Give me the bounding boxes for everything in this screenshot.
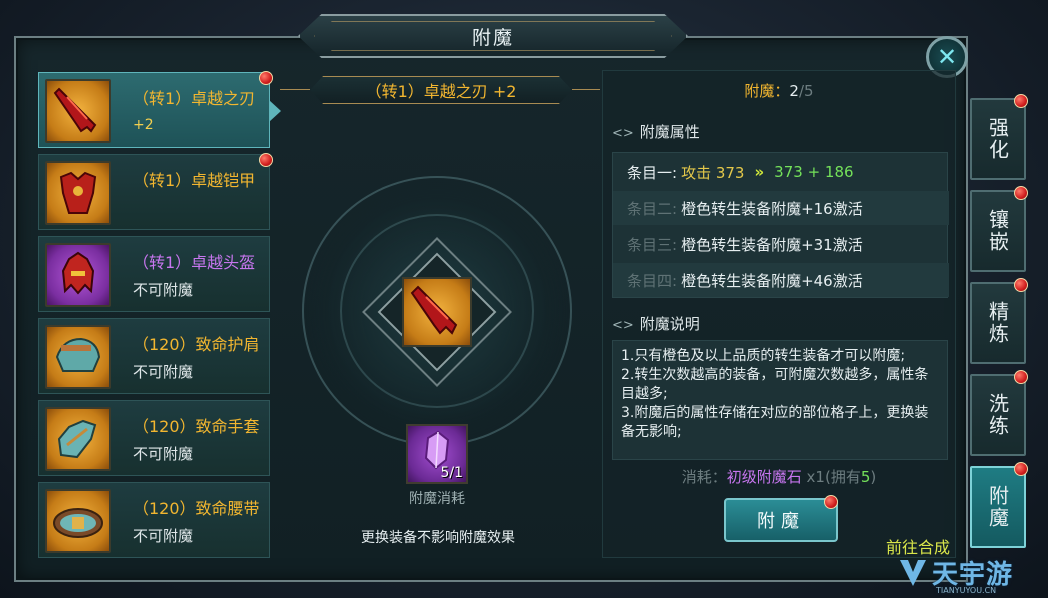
tab-refine[interactable]: 精炼 xyxy=(970,278,1028,364)
enchant-cost: 消耗：初级附魔石 x1(拥有5) xyxy=(604,466,954,487)
attr-row: 条目一: 攻击 373 » 373 + 186 xyxy=(613,155,949,189)
equipment-name: （转1）卓越头盔 xyxy=(133,253,256,272)
notification-dot-icon xyxy=(259,71,273,85)
enchant-description: 1.只有橙色及以上品质的转生装备才可以附魔; 2.转生次数越高的装备，可附魔次数… xyxy=(612,340,948,460)
notification-dot-icon xyxy=(1014,278,1028,292)
notification-dot-icon xyxy=(1014,462,1028,476)
cost-label: 消耗： xyxy=(681,468,727,486)
attr-value: 攻击 373 xyxy=(681,163,745,182)
attr-title-text: 附魔属性 xyxy=(639,123,700,141)
title-divider xyxy=(572,89,600,90)
material-label: 附魔消耗 xyxy=(409,491,465,507)
cost-qty: x1(拥有 xyxy=(801,468,861,486)
enchant-count-current: 2 xyxy=(789,82,799,100)
helmet-icon xyxy=(45,243,111,307)
tab-label: 镶嵌 xyxy=(985,209,1010,253)
attr-value: 橙色转生装备附魔+31激活 xyxy=(681,235,863,254)
notification-dot-icon xyxy=(259,153,273,167)
title-divider xyxy=(280,89,310,90)
enhance-level: +2 xyxy=(133,117,154,133)
equipment-status: 不可附魔 xyxy=(133,363,194,381)
window-title: 附魔 xyxy=(471,26,514,49)
notification-dot-icon xyxy=(1014,370,1028,384)
enchant-note: 更换装备不影响附魔效果 xyxy=(361,530,515,546)
attr-key: 条目三: xyxy=(627,235,678,254)
desc-line: 3.附魔后的属性存储在对应的部位格子上，更换装备无影响; xyxy=(621,405,929,440)
equipment-status: 不可附魔 xyxy=(133,445,194,463)
equipment-item-armor[interactable]: （转1）卓越铠甲 xyxy=(38,153,273,230)
close-icon: ✕ xyxy=(936,43,958,71)
attr-key: 条目二: xyxy=(627,199,678,218)
watermark-emblem-icon xyxy=(900,560,926,586)
window-title-plate: 附魔 xyxy=(298,14,688,58)
enchant-button[interactable]: 附魔 xyxy=(724,495,838,542)
equipment-name: （120）致命手套 xyxy=(133,417,260,436)
tab-label: 附魔 xyxy=(985,485,1010,529)
site-watermark-logo: 天宇游 TIANYUYOU.CN xyxy=(896,552,1046,596)
attr-row: 条目三: 橙色转生装备附魔+31激活 xyxy=(613,227,949,261)
equipment-status: 不可附魔 xyxy=(133,281,194,299)
notification-dot-icon xyxy=(824,495,838,509)
attr-section-title: <> 附魔属性 xyxy=(612,121,700,142)
equipment-name: （120）致命腰带 xyxy=(133,499,260,518)
equipment-name: （转1）卓越铠甲 xyxy=(133,171,256,190)
watermark-sub: TIANYUYOU.CN xyxy=(936,586,997,595)
notification-dot-icon xyxy=(1014,94,1028,108)
stone-count: 5/1 xyxy=(440,465,463,481)
equipment-item-helmet[interactable]: （转1）卓越头盔 不可附魔 xyxy=(38,236,270,312)
tab-enchant[interactable]: 附魔 xyxy=(970,462,1028,548)
gloves-icon xyxy=(45,407,111,471)
section-arrow-icon: <> xyxy=(612,318,634,333)
equipment-item-blade[interactable]: （转1）卓越之刃 +2 xyxy=(38,71,281,148)
desc-line: 1.只有橙色及以上品质的转生装备才可以附魔; xyxy=(621,348,906,364)
tab-strengthen[interactable]: 强化 xyxy=(970,94,1028,180)
desc-section-title: <> 附魔说明 xyxy=(612,313,700,334)
enchant-count: 附魔：2/5 xyxy=(604,80,954,101)
tab-label: 洗练 xyxy=(985,393,1010,437)
tab-label: 强化 xyxy=(985,117,1010,161)
enchant-button-label: 附魔 xyxy=(757,511,805,532)
equipment-item-belt[interactable]: （120）致命腰带 不可附魔 xyxy=(38,482,270,558)
attr-value: 橙色转生装备附魔+16激活 xyxy=(681,199,863,218)
cost-owned: 5 xyxy=(860,468,871,486)
desc-line: 2.转生次数越高的装备，可附魔次数越多，属性条目越多; xyxy=(621,367,929,402)
equipment-name: （转1）卓越之刃 xyxy=(133,89,256,108)
shoulder-icon xyxy=(45,325,111,389)
selected-blade-icon[interactable] xyxy=(402,277,472,347)
cost-end: ) xyxy=(870,468,877,486)
belt-icon xyxy=(45,489,111,553)
attr-row: 条目四: 橙色转生装备附魔+46激活 xyxy=(613,263,949,297)
attr-next-value: 373 + 186 xyxy=(774,163,854,181)
tab-reforge[interactable]: 洗练 xyxy=(970,370,1028,456)
section-arrow-icon: <> xyxy=(612,126,634,141)
enchant-count-max: 5 xyxy=(804,82,814,100)
notification-dot-icon xyxy=(1014,186,1028,200)
armor-icon xyxy=(45,161,111,225)
attr-list: 条目一: 攻击 373 » 373 + 186 条目二: 橙色转生装备附魔+16… xyxy=(612,152,949,298)
upgrade-arrow-icon: » xyxy=(754,163,765,181)
equipment-name: （120）致命护肩 xyxy=(133,335,260,354)
enchant-stone-slot[interactable]: 5/1 xyxy=(406,424,468,484)
attr-row: 条目二: 橙色转生装备附魔+16激活 xyxy=(613,191,949,225)
enchant-count-label: 附魔： xyxy=(744,82,790,100)
equipment-item-shoulder[interactable]: （120）致命护肩 不可附魔 xyxy=(38,318,270,394)
equipment-status: 不可附魔 xyxy=(133,527,194,545)
blade-icon xyxy=(45,79,111,143)
attr-key: 条目一: xyxy=(627,163,678,182)
selected-item-title: （转1）卓越之刃 +2 xyxy=(310,76,572,104)
desc-title-text: 附魔说明 xyxy=(639,315,700,333)
equipment-item-gloves[interactable]: （120）致命手套 不可附魔 xyxy=(38,400,270,476)
tab-label: 精炼 xyxy=(985,301,1010,345)
tab-inlay[interactable]: 镶嵌 xyxy=(970,186,1028,272)
attr-key: 条目四: xyxy=(627,271,678,290)
cost-item[interactable]: 初级附魔石 xyxy=(727,468,802,486)
selected-pointer-icon xyxy=(269,100,281,122)
attr-value: 橙色转生装备附魔+46激活 xyxy=(681,271,863,290)
